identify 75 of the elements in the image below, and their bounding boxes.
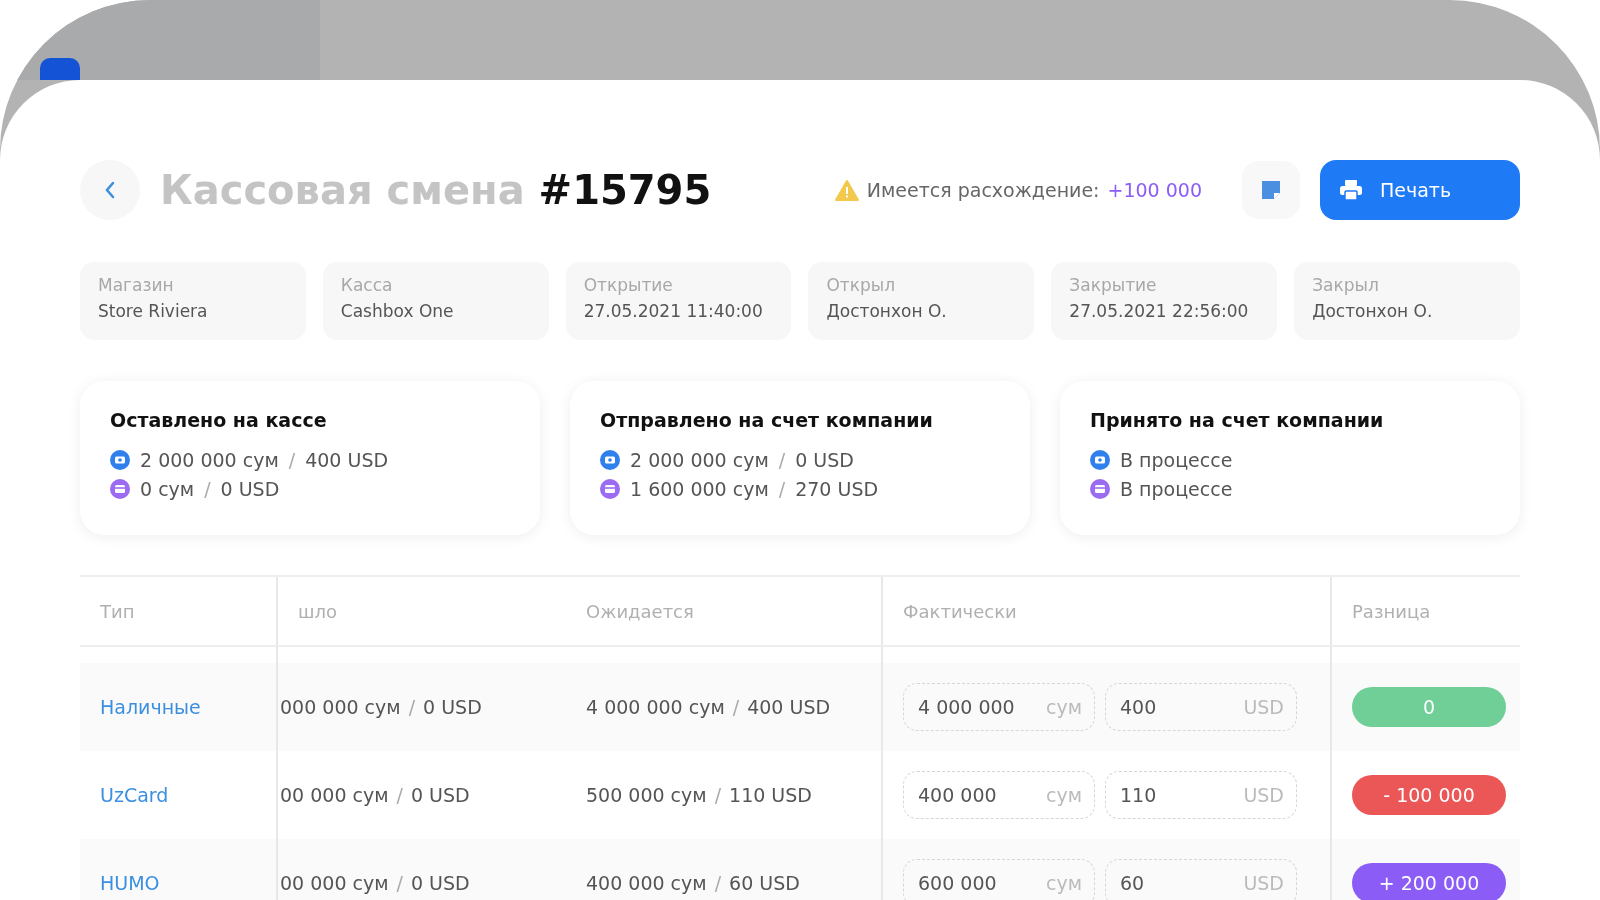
info-label: Открытие (583, 275, 674, 295)
amount-field[interactable]: 400 USD (1105, 683, 1297, 731)
separator: / (714, 784, 722, 806)
card-icon (600, 478, 620, 499)
amount-field[interactable]: 110 USD (1105, 771, 1297, 819)
info-label: Закрыл (1312, 275, 1380, 295)
amount: В процессе (1120, 448, 1233, 471)
info-value: Достонхон О. (826, 301, 948, 321)
amount: 0 USD (795, 448, 854, 471)
separator: / (288, 448, 296, 471)
amount: 400 USD (305, 448, 389, 471)
received-amount: 00 000 сум (280, 872, 389, 894)
separator: / (396, 872, 403, 894)
info-label: Открыл (826, 275, 897, 295)
banknote-icon (1090, 449, 1110, 470)
card-icon (1090, 478, 1110, 499)
difference-badge: 0 (1352, 687, 1506, 727)
discrepancy-value: +100 000 (1107, 179, 1202, 201)
banknote-icon (600, 449, 620, 470)
info-value: Cashbox One (340, 301, 455, 321)
expected-amount: 400 000 сум (586, 872, 707, 894)
info-label: Закрытие (1069, 275, 1158, 295)
amount-field[interactable]: 4 000 000 сум (903, 683, 1095, 731)
expected-amount: 4 000 000 сум (586, 696, 725, 718)
received-amount: 000 000 сум (280, 696, 401, 718)
amount-field[interactable]: 400 000 сум (903, 771, 1095, 819)
card-icon (110, 478, 130, 499)
separator: / (204, 477, 211, 500)
amount: 0 USD (220, 477, 280, 500)
printer-icon (1340, 180, 1362, 200)
received-amount: 00 000 сум (280, 784, 389, 806)
info-label: Касса (340, 275, 394, 295)
logo-icon (40, 58, 80, 80)
received-amount: 0 USD (410, 872, 470, 894)
card-title: Принято на счет компании (1090, 409, 1385, 431)
column-header: Фактически (903, 600, 1017, 622)
info-label: Магазин (98, 275, 175, 295)
separator: / (396, 784, 403, 806)
difference-badge: - 100 000 (1352, 775, 1506, 815)
received-amount: 0 USD (423, 696, 482, 718)
amount: 2 000 000 сум (630, 448, 769, 471)
column-header: Ожидается (586, 600, 694, 622)
amount: В процессе (1120, 477, 1233, 500)
card-title: Отправлено на счет компании (600, 409, 934, 431)
difference-badge: + 200 000 (1352, 863, 1506, 900)
print-button[interactable]: Печать (1320, 160, 1520, 220)
warning-icon (834, 179, 859, 201)
chevron-left-icon (104, 181, 116, 199)
page-title: Кассовая смена #15795 (160, 167, 713, 213)
amount: 0 сум (140, 477, 195, 500)
info-value: 27.05.2021 11:40:00 (583, 301, 764, 321)
separator: / (778, 448, 786, 471)
amount: 270 USD (795, 477, 879, 500)
column-header: Тип (100, 600, 135, 622)
note-button[interactable] (1242, 161, 1300, 219)
expected-amount: 500 000 сум (586, 784, 707, 806)
amount: 2 000 000 сум (140, 448, 279, 471)
separator: / (778, 477, 786, 500)
separator: / (732, 696, 740, 718)
expected-amount: 60 USD (729, 872, 800, 894)
card-title: Оставлено на кассе (110, 409, 328, 431)
received-amount: 0 USD (410, 784, 470, 806)
info-value: 27.05.2021 22:56:00 (1069, 301, 1250, 321)
amount: 1 600 000 сум (630, 477, 769, 500)
column-header: шло (298, 600, 337, 622)
info-value: Store Riviera (98, 301, 209, 321)
discrepancy-label: Имеется расхождение: (866, 179, 1100, 201)
expected-amount: 400 USD (747, 696, 831, 718)
note-icon (1262, 181, 1280, 199)
info-value: Достонхон О. (1312, 301, 1434, 321)
banknote-icon (110, 449, 130, 470)
separator: / (408, 696, 416, 718)
column-header: Разница (1352, 600, 1431, 622)
expected-amount: 110 USD (729, 784, 812, 806)
separator: / (714, 872, 722, 894)
